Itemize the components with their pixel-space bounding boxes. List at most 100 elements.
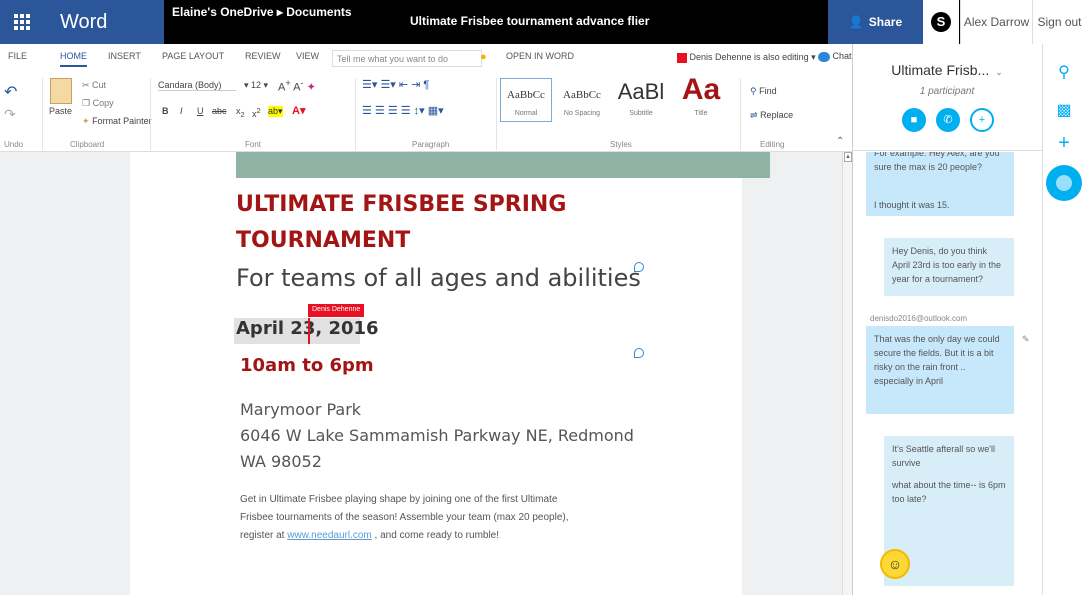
add-participant-icon[interactable]: + <box>970 108 994 132</box>
chevron-down-icon[interactable]: ⌄ <box>995 67 1003 77</box>
venue-name[interactable]: Marymoor Park <box>240 400 361 419</box>
grin-emoji-icon: ☺ <box>880 549 910 579</box>
share-icon: 👤 <box>848 15 864 29</box>
coauthor-flag: Denis Dehenne <box>308 304 365 317</box>
list-buttons[interactable]: ☰▾ ☰▾ ⇤ ⇥ ¶ <box>362 78 429 91</box>
chat-icon[interactable] <box>1046 165 1082 201</box>
paragraph-group-label: Paragraph <box>412 140 450 149</box>
add-icon[interactable]: + <box>1042 132 1086 155</box>
header-banner <box>236 152 770 178</box>
app-launcher-icon[interactable] <box>0 0 44 44</box>
style-subtitle-label: Subtitle <box>629 110 653 117</box>
chat-label: Chat <box>832 51 852 61</box>
comment-icon[interactable] <box>634 348 644 358</box>
style-title-preview: Aa <box>681 73 721 106</box>
flier-title-line1[interactable]: ULTIMATE FRISBEE SPRING <box>236 192 566 217</box>
body-text: register at <box>240 530 288 541</box>
find-label: Find <box>759 86 777 96</box>
body-line[interactable]: Frisbee tournaments of the season! Assem… <box>240 512 569 523</box>
app-name[interactable]: Word Online <box>44 0 164 77</box>
style-normal[interactable]: AaBbCc Normal <box>500 78 552 122</box>
venue-address[interactable]: 6046 W Lake Sammamish Parkway NE, Redmon… <box>240 426 634 445</box>
replace-icon: ⇌ <box>750 110 758 120</box>
body-text: , and come ready to rumble! <box>371 530 500 541</box>
tab-home[interactable]: HOME <box>60 51 87 67</box>
chat-title[interactable]: Ultimate Frisb... ⌄ <box>852 62 1042 78</box>
tab-review[interactable]: REVIEW <box>245 51 281 61</box>
style-subtitle[interactable]: AaBl Subtitle <box>612 78 670 122</box>
search-icon[interactable]: ⚲ <box>1042 62 1086 82</box>
paste-button[interactable]: Paste <box>49 106 72 116</box>
user-name[interactable]: Alex Darrow <box>960 0 1032 44</box>
sign-out-link[interactable]: Sign out <box>1032 0 1086 44</box>
clipboard-group-label: Clipboard <box>70 140 105 149</box>
body-line[interactable]: register at www.needaurl.com , and come … <box>240 530 499 541</box>
audio-call-icon[interactable]: ✆ <box>936 108 960 132</box>
collapse-ribbon-icon[interactable]: ⌃ <box>836 136 844 147</box>
lightbulb-icon: ● <box>480 51 487 63</box>
document-scrollbar[interactable]: ▲ <box>842 152 852 595</box>
document-page[interactable] <box>130 152 742 595</box>
style-title[interactable]: Aa Title <box>672 73 730 122</box>
flier-title-line2[interactable]: TOURNAMENT <box>236 228 410 253</box>
skype-button[interactable]: S <box>923 0 959 44</box>
edit-message-icon[interactable]: ✎ <box>1022 334 1030 345</box>
subscript-button[interactable]: x2 <box>236 106 245 119</box>
coauthor-notice[interactable]: Denis Dehenne is also editing ▾ <box>677 52 816 63</box>
cut-button[interactable]: ✂ Cut <box>82 80 106 91</box>
share-label: Share <box>868 15 903 29</box>
replace-button[interactable]: ⇌ Replace <box>750 110 793 121</box>
copy-button[interactable]: ❐ Copy <box>82 98 114 109</box>
font-color-icon[interactable]: A▾ <box>292 104 305 117</box>
register-link[interactable]: www.needaurl.com <box>287 530 371 541</box>
paintbrush-icon: ✦ <box>82 116 90 126</box>
highlight-icon[interactable]: ab▾ <box>268 106 283 117</box>
event-time[interactable]: 10am to 6pm <box>240 355 374 376</box>
document-title[interactable]: Ultimate Frisbee tournament advance flie… <box>410 14 649 28</box>
format-painter-button[interactable]: ✦ Format Painter <box>82 116 152 127</box>
share-button[interactable]: 👤 Share <box>828 0 923 44</box>
tab-file[interactable]: FILE <box>8 51 27 61</box>
tab-view[interactable]: VIEW <box>296 51 319 61</box>
italic-button[interactable]: I <box>180 106 183 116</box>
find-icon: ⚲ <box>750 86 757 96</box>
style-normal-preview: AaBbCc <box>507 89 545 101</box>
participant-count: 1 participant <box>919 86 975 97</box>
scroll-up-icon[interactable]: ▲ <box>844 152 852 162</box>
paste-icon[interactable] <box>50 78 72 104</box>
venue-zip[interactable]: WA 98052 <box>240 452 322 471</box>
grow-shrink-font-icons[interactable]: A+ A- ✦ <box>278 78 316 94</box>
font-name-select[interactable]: Candara (Body) <box>158 80 236 91</box>
tab-page-layout[interactable]: PAGE LAYOUT <box>162 51 224 61</box>
chat-sender: denisdo2016@outlook.com <box>870 314 968 323</box>
flier-subtitle[interactable]: For teams of all ages and abilities <box>236 264 641 292</box>
tell-me-input[interactable]: Tell me what you want to do <box>332 50 482 67</box>
chat-message-text: For example: Hey Alex, are you sure the … <box>874 152 1000 172</box>
find-button[interactable]: ⚲ Find <box>750 86 777 97</box>
style-subtitle-preview: AaBl <box>617 79 665 104</box>
strikethrough-button[interactable]: abc <box>212 106 227 116</box>
style-no-spacing[interactable]: AaBbCc No Spacing <box>556 78 608 122</box>
redo-icon[interactable]: ↷ <box>4 106 16 123</box>
chat-message: Hey Denis, do you think April 23rd is to… <box>884 238 1014 296</box>
style-title-label: Title <box>694 110 708 117</box>
comment-icon[interactable] <box>634 262 644 272</box>
contacts-icon[interactable]: ▩ <box>1042 100 1086 120</box>
superscript-button[interactable]: x2 <box>252 106 261 119</box>
open-in-word-button[interactable]: OPEN IN WORD <box>506 51 574 61</box>
bold-button[interactable]: B <box>162 106 169 116</box>
body-line[interactable]: Get in Ultimate Frisbee playing shape by… <box>240 494 557 505</box>
style-no-spacing-label: No Spacing <box>563 110 601 117</box>
styles-group-label: Styles <box>610 140 632 149</box>
font-size-select[interactable]: ▾ 12 ▾ <box>244 80 268 91</box>
undo-icon[interactable]: ↶ <box>4 82 17 102</box>
breadcrumb[interactable]: Elaine's OneDrive ▸ Documents <box>172 5 352 19</box>
tab-insert[interactable]: INSERT <box>108 51 141 61</box>
alignment-buttons[interactable]: ☰ ☰ ☰ ☰ ↕▾ ▦▾ <box>362 104 444 117</box>
editing-group-label: Editing <box>760 140 785 149</box>
undo-group-label: Undo <box>4 140 24 149</box>
underline-button[interactable]: U <box>197 106 204 116</box>
video-call-icon[interactable]: ■ <box>902 108 926 132</box>
chat-link[interactable]: Chat <box>818 51 852 62</box>
ribbon: ↶ ↷ Undo Paste ✂ Cut ❐ Copy ✦ Format Pai… <box>0 70 852 152</box>
